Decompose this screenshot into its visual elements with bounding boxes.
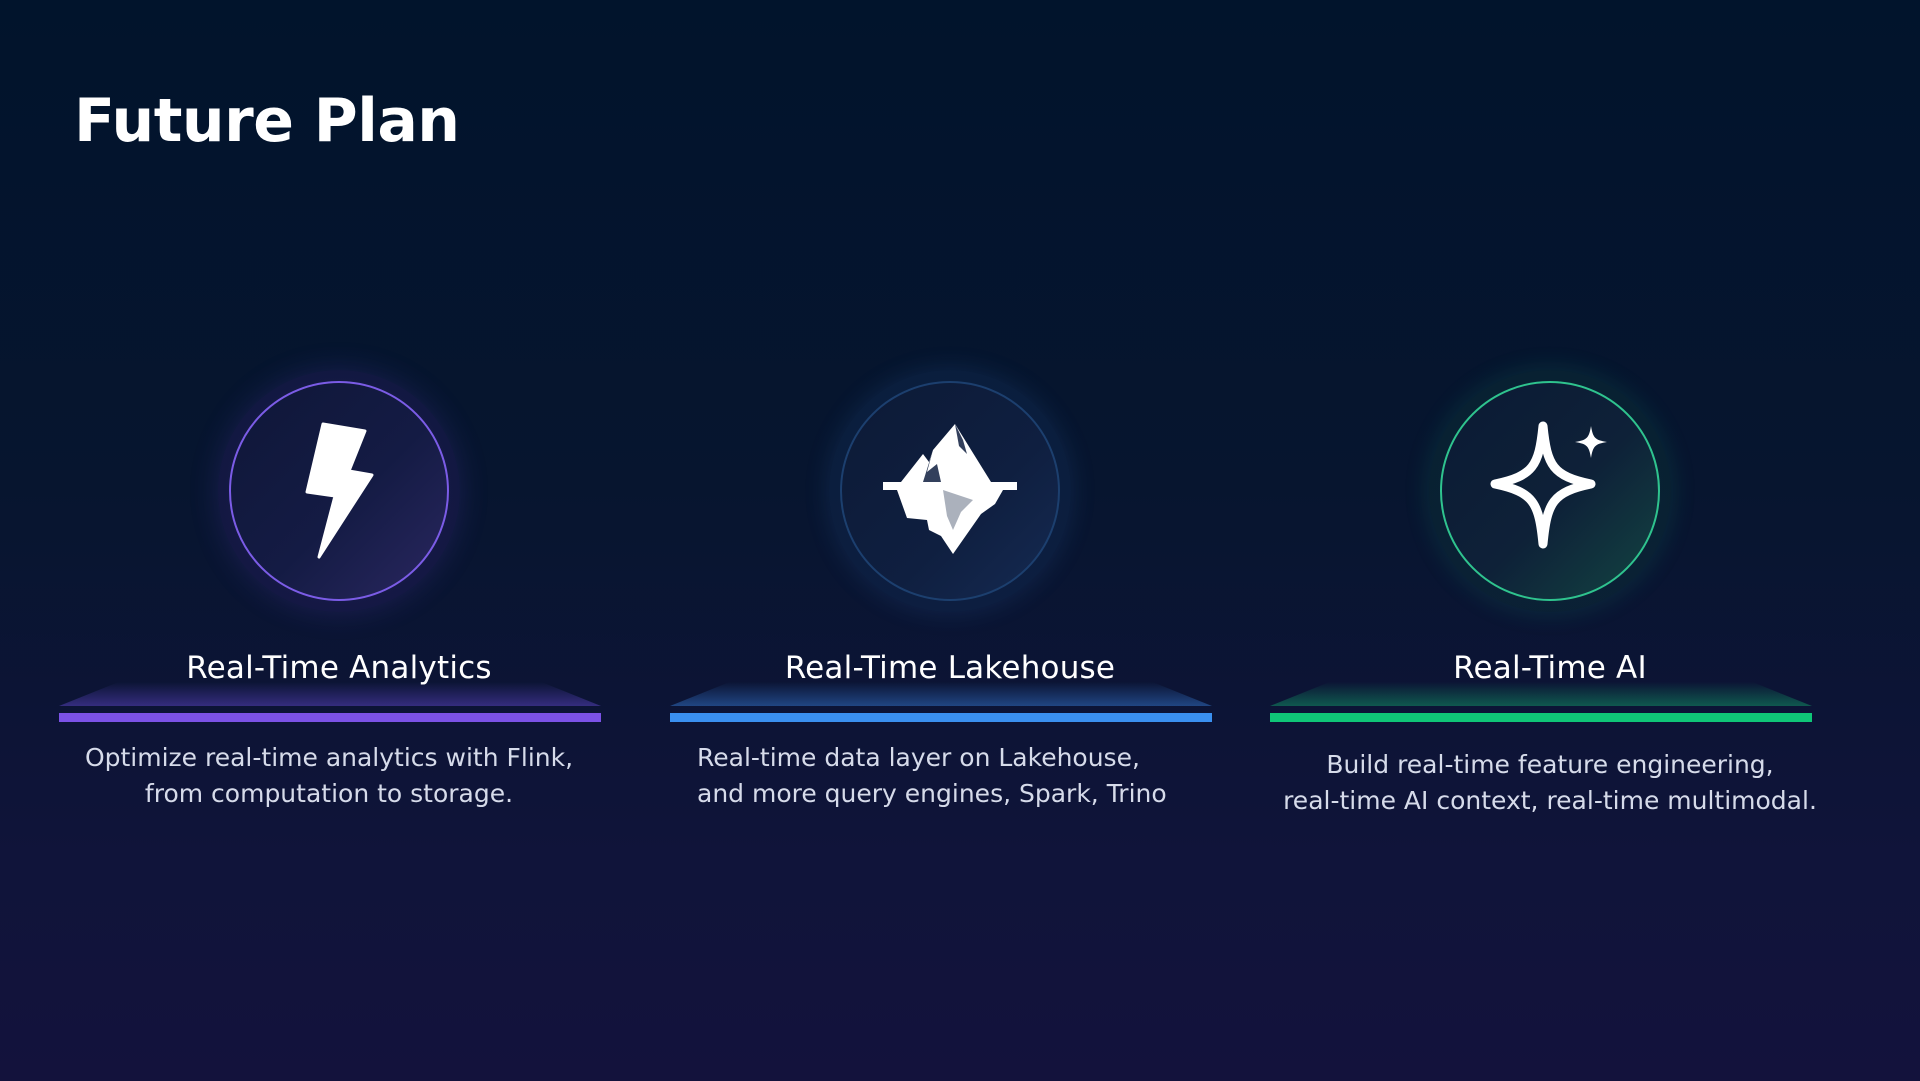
pillar-description: Build real-time feature engineering, rea… [1250,747,1850,819]
accent-platform [1270,682,1812,722]
pillar-real-time-lakehouse: Real-Time Lakehouse Real-time data layer… [670,0,1230,1081]
icon-circle [1429,370,1671,612]
pillar-real-time-ai: Real-Time AI Build real-time feature eng… [1270,0,1830,1081]
pillar-description: Optimize real-time analytics with Flink,… [49,740,609,812]
icon-circle-inner [229,381,449,601]
description-line: and more query engines, Spark, Trino [697,779,1167,808]
icon-circle [829,370,1071,612]
description-line: real-time AI context, real-time multimod… [1283,786,1817,815]
description-line: from computation to storage. [144,779,514,808]
pillar-label: Real-Time AI [1453,650,1647,686]
description-line: Build real-time feature engineering, [1326,750,1774,779]
icon-circle [218,370,460,612]
pillar-description: Real-time data layer on Lakehouse, and m… [697,740,1257,812]
sparkle-icon [1475,416,1625,566]
description-line: Real-time data layer on Lakehouse, [697,743,1140,772]
icon-circle-inner [840,381,1060,601]
pillar-label: Real-Time Lakehouse [784,650,1116,686]
pillar-real-time-analytics: Real-Time Analytics Optimize real-time a… [59,0,619,1081]
description-line: Optimize real-time analytics with Flink, [84,743,574,772]
accent-platform [59,682,601,722]
lightning-bolt-icon [299,421,379,561]
slide: Future Plan Real-Time Analytics Optimize… [0,0,1920,1081]
pillar-label: Real-Time Analytics [186,650,492,686]
accent-platform [670,682,1212,722]
icon-circle-inner [1440,381,1660,601]
iceberg-icon [883,424,1017,558]
